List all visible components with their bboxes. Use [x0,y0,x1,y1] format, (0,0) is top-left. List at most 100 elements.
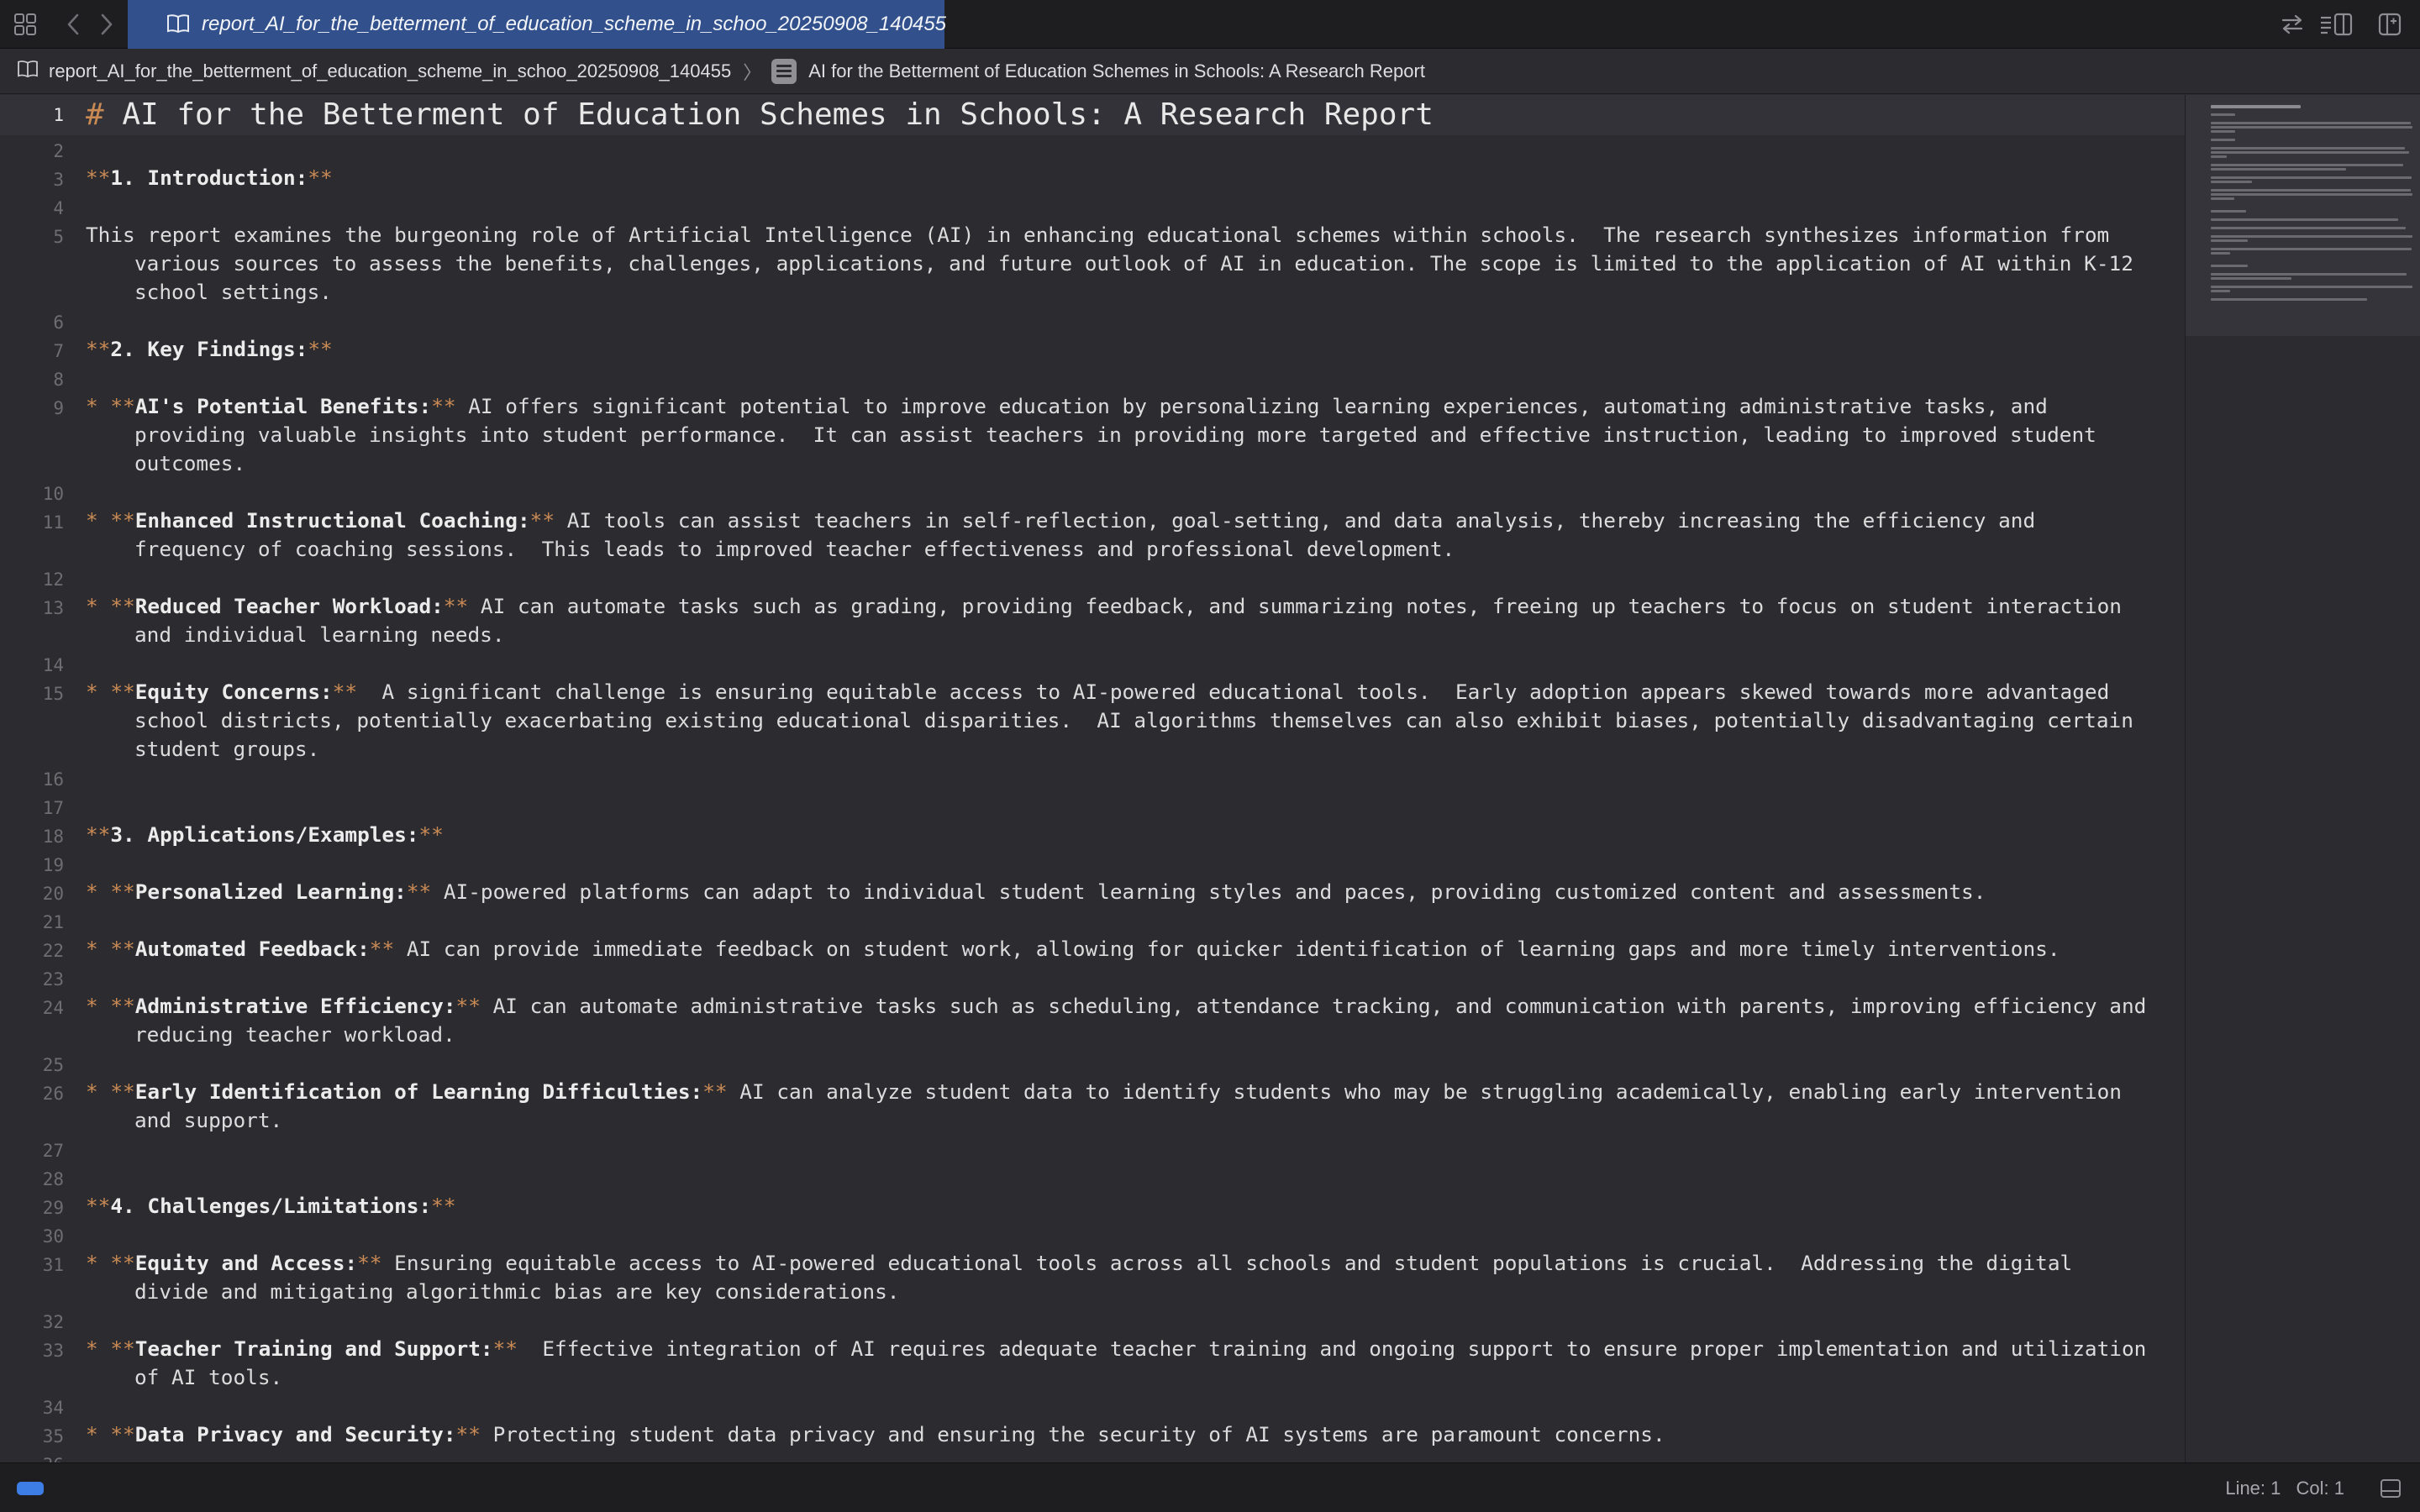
markdown-marker: * ** [86,394,135,418]
bold-text: Automated Feedback: [134,937,370,961]
wrapped-line-text: divide and mitigating algorithmic bias a… [134,1279,900,1304]
bold-text: 1. Introduction: [110,165,308,190]
line-number: 35 [42,1426,64,1446]
minimap-line [2211,227,2406,229]
minimap-line [2211,189,2411,192]
code-line[interactable]: * **AI's Potential Benefits:** AI offers… [86,392,2096,478]
book-icon [17,60,39,83]
wrapped-line-text: various sources to assess the benefits, … [134,251,2133,276]
code-line[interactable]: **2. Key Findings:** [86,335,333,364]
line-text: Protecting student data privacy and ensu… [480,1422,1665,1446]
document-icon [771,58,797,84]
line-number: 12 [42,570,64,590]
tab-active-document[interactable]: report_AI_for_the_betterment_of_educatio… [128,0,946,49]
line-number: 14 [42,655,64,675]
line-text: AI can analyze student data to identify … [727,1079,2122,1104]
outline-icon[interactable] [2317,8,2354,40]
minimap-line [2211,176,2412,179]
code-line[interactable]: * **Equity and Access:** Ensuring equita… [86,1249,2072,1306]
chevron-left-icon[interactable] [60,8,86,40]
line-number: 13 [42,598,64,618]
line-number: 21 [42,912,64,932]
minimap-line [2211,235,2412,238]
bold-text: Personalized Learning: [134,879,407,904]
bold-text: 4. Challenges/Limitations: [110,1194,432,1218]
line-number: 9 [53,398,64,418]
markdown-marker: ** [431,394,456,418]
markdown-marker: # [86,97,123,132]
breadcrumb-separator: 〉 [743,61,762,83]
grid-icon[interactable] [10,8,40,40]
panel-icon[interactable] [2380,1478,2402,1503]
minimap-line [2211,277,2291,280]
status-line: Line: 1 [2225,1478,2281,1499]
sidebar-icon[interactable] [2375,8,2405,40]
code-line[interactable]: * **Personalized Learning:** AI-powered … [86,878,1986,906]
line-text: AI tools can assist teachers in self-ref… [555,508,2036,533]
code-line[interactable]: This report examines the burgeoning role… [86,221,2133,307]
line-number: 16 [42,769,64,790]
swap-icon[interactable] [2277,8,2307,40]
markdown-marker: ** [369,937,395,961]
markdown-editor-window: report_AI_for_the_betterment_of_educatio… [0,0,2420,1512]
minimap-line [2211,130,2235,133]
document-title-line[interactable]: # AI for the Betterment of Education Sch… [86,95,1434,135]
markdown-marker: * ** [86,1079,135,1104]
minimap-line [2211,122,2411,124]
code-line[interactable]: * **Equity Concerns:** A significant cha… [86,678,2133,764]
line-number: 27 [42,1141,64,1161]
line-number: 1 [53,105,64,125]
minimap[interactable] [2185,95,2420,1462]
line-number: 6 [53,312,64,333]
line-number: 22 [42,941,64,961]
wrapped-line-text: school districts, potentially exacerbati… [134,708,2133,732]
wrapped-line-text: and individual learning needs. [134,622,505,647]
code-line[interactable]: **4. Challenges/Limitations:** [86,1192,456,1221]
code-line[interactable]: * **Data Privacy and Security:** Protect… [86,1420,1665,1449]
line-text: This report examines the burgeoning role… [86,223,2110,247]
markdown-marker: * ** [86,680,135,704]
wrapped-line-text: school settings. [134,280,332,304]
bold-text: Equity Concerns: [134,680,333,704]
minimap-line [2211,290,2231,292]
minimap-line [2211,218,2399,221]
line-number: 15 [42,684,64,704]
code-line[interactable]: * **Teacher Training and Support:** Effe… [86,1335,2146,1392]
markdown-marker: ** [443,594,469,618]
code-line[interactable]: * **Reduced Teacher Workload:** AI can a… [86,592,2122,649]
markdown-marker: ** [86,1194,111,1218]
code-line[interactable]: * **Automated Feedback:** AI can provide… [86,935,2060,963]
bold-text: 2. Key Findings: [110,337,308,361]
breadcrumb-file[interactable]: report_AI_for_the_betterment_of_educatio… [49,60,731,82]
markdown-marker: * ** [86,508,135,533]
markdown-marker: * ** [86,1336,135,1361]
chevron-right-icon[interactable] [94,8,119,40]
editor-text-area[interactable]: 1 2 3 4 5 6 7 8 9 10 11 12 13 14 15 16 17 18 19 20 21 22 23 24 2… [0,95,2185,1462]
markdown-marker: ** [455,1422,481,1446]
cursor-position: Line: 1 Col: 1 [2215,1478,2344,1499]
code-line[interactable]: * **Early Identification of Learning Dif… [86,1078,2122,1135]
line-number: 31 [42,1255,64,1275]
code-line[interactable]: * **Enhanced Instructional Coaching:** A… [86,507,2035,564]
markdown-marker: ** [308,337,333,361]
minimap-line [2211,155,2227,158]
minimap-line [2211,252,2231,255]
markdown-marker: * ** [86,594,135,618]
markdown-marker: ** [431,1194,456,1218]
code-line[interactable]: * **Administrative Efficiency:** AI can … [86,992,2146,1049]
markdown-marker: ** [529,508,555,533]
markdown-marker: ** [308,165,333,190]
minimap-line [2211,147,2405,150]
bold-text: Enhanced Instructional Coaching: [134,508,530,533]
bold-text: Equity and Access: [134,1251,358,1275]
code-line[interactable]: **1. Introduction:** [86,164,333,192]
markdown-marker: ** [492,1336,518,1361]
markdown-marker: ** [357,1251,382,1275]
breadcrumb-heading[interactable]: AI for the Betterment of Education Schem… [808,60,1425,82]
line-text: AI can automate administrative tasks suc… [480,994,2147,1018]
markdown-marker: * ** [86,1251,135,1275]
breadcrumb: report_AI_for_the_betterment_of_educatio… [0,49,2420,94]
line-number: 17 [42,798,64,818]
status-indicator[interactable] [17,1482,44,1495]
code-line[interactable]: **3. Applications/Examples:** [86,821,444,849]
